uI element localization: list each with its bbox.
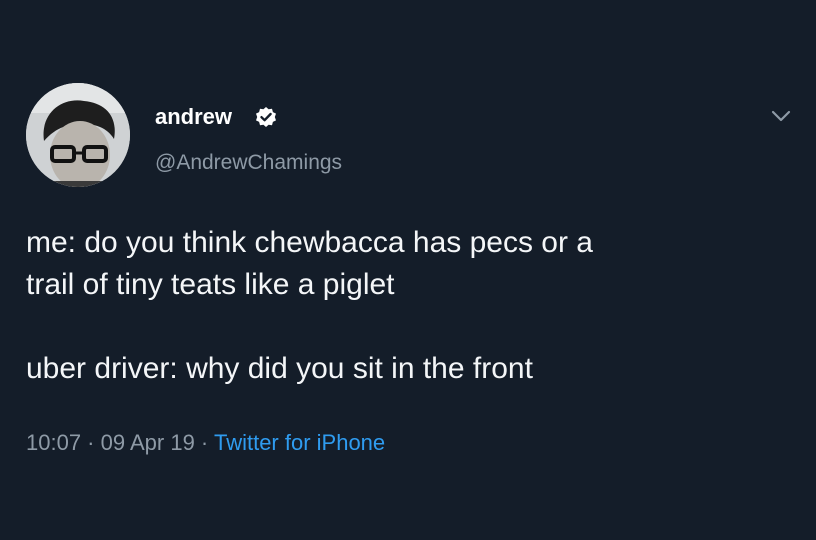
- verified-badge-icon: [256, 107, 276, 127]
- tweet-paragraph: uber driver: why did you sit in the fron…: [26, 352, 533, 385]
- tweet-body: me: do you think chewbacca has pecs or a…: [26, 222, 796, 432]
- tweet-time[interactable]: 10:07: [26, 430, 81, 455]
- display-name[interactable]: andrew: [155, 104, 232, 130]
- avatar[interactable]: [26, 83, 130, 187]
- chevron-down-icon[interactable]: [770, 108, 792, 124]
- tweet-meta: 10:07 · 09 Apr 19 · Twitter for iPhone: [26, 428, 385, 458]
- tweet-source-link[interactable]: Twitter for iPhone: [214, 430, 385, 455]
- tweet-paragraph: me: do you think chewbacca has pecs or a…: [26, 226, 593, 301]
- meta-separator: ·: [194, 430, 214, 455]
- author-handle[interactable]: @AndrewChamings: [155, 150, 342, 176]
- meta-separator: ·: [81, 430, 101, 455]
- tweet-card: andrew @AndrewChamings me: do you think …: [0, 0, 816, 540]
- tweet-date[interactable]: 09 Apr 19: [101, 430, 195, 455]
